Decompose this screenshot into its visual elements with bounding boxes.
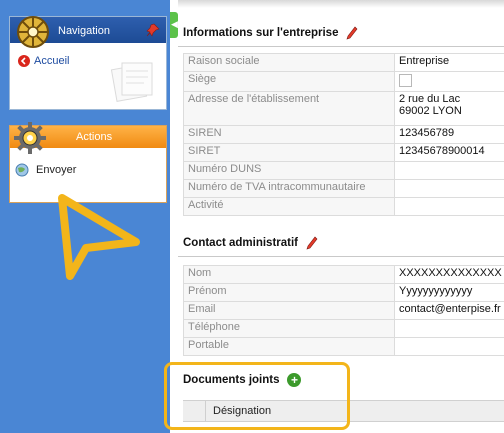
siege-checkbox[interactable] xyxy=(399,74,412,87)
table-row: Numéro de TVA intracommunautaire xyxy=(183,179,504,198)
table-row: Portable xyxy=(183,337,504,356)
chevron-left-icon: ◀ xyxy=(171,19,178,29)
field-label: Numéro de TVA intracommunautaire xyxy=(183,179,395,198)
field-value: 12345678900014 xyxy=(394,143,504,162)
action-item-label: Envoyer xyxy=(36,164,77,176)
cursor-pointer-annotation-icon xyxy=(58,194,140,280)
send-globe-icon xyxy=(15,163,29,177)
actions-title: Actions xyxy=(76,131,113,143)
field-value xyxy=(394,319,504,338)
navigation-panel: Navigation Accueil xyxy=(9,16,167,110)
table-row: SIRET 12345678900014 xyxy=(183,143,504,162)
field-label: Téléphone xyxy=(183,319,395,338)
table-row: Prénom Yyyyyyyyyyyyy xyxy=(183,283,504,302)
field-value xyxy=(394,337,504,356)
field-label: Email xyxy=(183,301,395,320)
table-row: Siège xyxy=(183,71,504,92)
field-value: 123456789 xyxy=(394,125,504,144)
section-contact-header: Contact administratif xyxy=(183,236,318,250)
edit-pencil-icon[interactable] xyxy=(306,236,318,250)
table-row: Numéro DUNS xyxy=(183,161,504,180)
section-entreprise-title: Informations sur l'entreprise xyxy=(183,27,339,39)
table-row: Adresse de l'établissement 2 rue du Lac … xyxy=(183,91,504,126)
sidebar: Navigation Accueil Actions Envoyer xyxy=(0,0,170,433)
edit-pencil-icon[interactable] xyxy=(346,26,358,40)
field-value: Entreprise xyxy=(394,53,504,72)
field-label: Portable xyxy=(183,337,395,356)
field-label: SIREN xyxy=(183,125,395,144)
pin-icon[interactable] xyxy=(146,23,160,37)
section-contact-title: Contact administratif xyxy=(183,237,299,249)
field-value: contact@enterpise.fr xyxy=(394,301,504,320)
field-value: 2 rue du Lac xyxy=(399,93,461,105)
navigation-title: Navigation xyxy=(58,25,110,37)
field-label: Siège xyxy=(183,71,395,92)
field-value: Yyyyyyyyyyyyy xyxy=(394,283,504,302)
field-value xyxy=(394,161,504,180)
field-value xyxy=(394,197,504,216)
contact-table: Nom XXXXXXXXXXXXXX Prénom Yyyyyyyyyyyyy … xyxy=(183,265,504,356)
field-label: Activité xyxy=(183,197,395,216)
table-row: Raison sociale Entreprise xyxy=(183,53,504,72)
section-entreprise-header: Informations sur l'entreprise xyxy=(183,26,358,40)
field-label: Adresse de l'établissement xyxy=(183,91,395,126)
field-value xyxy=(394,179,504,198)
documents-highlight-annotation xyxy=(164,362,350,430)
field-label: Numéro DUNS xyxy=(183,161,395,180)
actions-gear-icon xyxy=(14,122,46,154)
action-item-envoyer[interactable]: Envoyer xyxy=(14,162,76,178)
nav-item-accueil[interactable]: Accueil xyxy=(18,55,69,67)
back-arrow-icon xyxy=(18,55,30,67)
collapse-sidebar-tab[interactable]: ◀ xyxy=(170,12,178,38)
field-label: Prénom xyxy=(183,283,395,302)
table-row: Email contact@enterpise.fr xyxy=(183,301,504,320)
table-row: Activité xyxy=(183,197,504,216)
field-label: Nom xyxy=(183,265,395,284)
navigation-wheel-icon xyxy=(17,16,49,48)
table-row: Téléphone xyxy=(183,319,504,338)
field-label: SIRET xyxy=(183,143,395,162)
field-label: Raison sociale xyxy=(183,53,395,72)
table-row: SIREN 123456789 xyxy=(183,125,504,144)
documents-illustration-icon xyxy=(110,62,153,102)
field-value-line2: 69002 LYON xyxy=(399,105,462,117)
field-value: XXXXXXXXXXXXXX xyxy=(394,265,504,284)
entreprise-table: Raison sociale Entreprise Siège Adresse … xyxy=(183,53,504,216)
nav-item-label: Accueil xyxy=(34,55,70,67)
table-row: Nom XXXXXXXXXXXXXX xyxy=(183,265,504,284)
